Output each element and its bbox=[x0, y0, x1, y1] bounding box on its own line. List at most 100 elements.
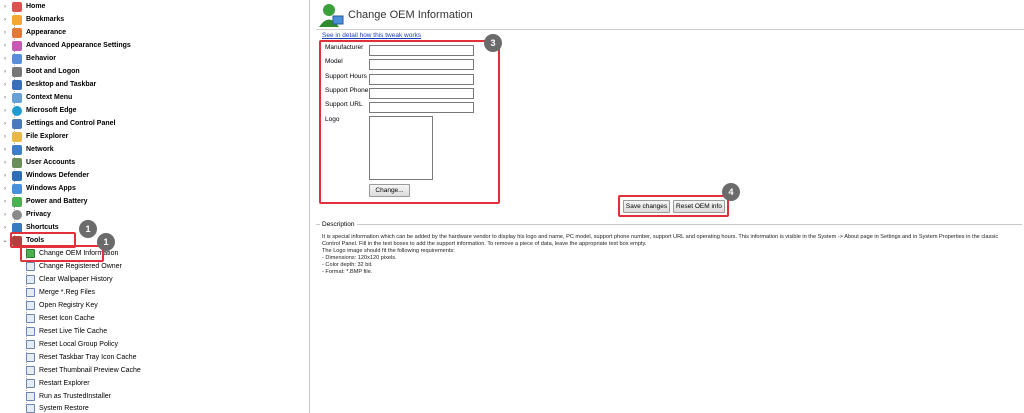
tree-item-bookmarks[interactable]: › Bookmarks bbox=[0, 13, 64, 26]
behavior-icon bbox=[12, 53, 22, 64]
shortcut-icon bbox=[12, 222, 22, 233]
description-line: - Format: *.BMP file. bbox=[322, 269, 373, 275]
support-url-field[interactable] bbox=[369, 102, 474, 113]
expand-icon[interactable]: › bbox=[0, 43, 10, 49]
home-icon bbox=[12, 1, 22, 12]
description-title: Description bbox=[320, 221, 357, 228]
logo-label: Logo bbox=[325, 116, 340, 123]
tool-icon bbox=[26, 275, 35, 284]
description-line: The Logo image should fit the following … bbox=[322, 248, 455, 254]
collapse-icon[interactable]: ⌄ bbox=[0, 237, 10, 244]
step-badge-3: 3 bbox=[484, 34, 502, 52]
support-phone-field[interactable] bbox=[369, 88, 474, 99]
expand-icon[interactable]: › bbox=[0, 30, 10, 36]
expand-icon[interactable]: › bbox=[0, 56, 10, 62]
page-header: Change OEM Information bbox=[316, 0, 1024, 30]
save-changes-button[interactable]: Save changes bbox=[623, 200, 670, 213]
description-group: Description It is special information wh… bbox=[316, 221, 1022, 286]
folder-icon bbox=[12, 131, 22, 142]
users-icon bbox=[12, 157, 22, 168]
tree-item-restart-explorer[interactable]: Restart Explorer bbox=[20, 377, 90, 390]
expand-icon[interactable]: › bbox=[0, 95, 10, 101]
oem-user-icon bbox=[319, 4, 344, 27]
tree-item-reset-taskbar-tray-icon-cache[interactable]: Reset Taskbar Tray Icon Cache bbox=[20, 351, 137, 364]
reset-oem-info-button[interactable]: Reset OEM info bbox=[673, 200, 725, 213]
tool-icon bbox=[26, 288, 35, 297]
page-title: Change OEM Information bbox=[348, 8, 473, 21]
tool-icon bbox=[26, 314, 35, 323]
step-badge-4: 4 bbox=[722, 183, 740, 201]
tree-item-reset-local-group-policy[interactable]: Reset Local Group Policy bbox=[20, 338, 118, 351]
support-url-label: Support URL bbox=[325, 101, 363, 108]
expand-icon[interactable]: › bbox=[0, 212, 10, 218]
description-line: - Dimensions: 120x120 pixels. bbox=[322, 255, 397, 261]
tree-item-merge-reg-files[interactable]: Merge *.Reg Files bbox=[20, 286, 95, 299]
tree-item-power-battery[interactable]: › Power and Battery bbox=[0, 195, 87, 208]
star-icon bbox=[12, 14, 22, 25]
description-line: - Color depth: 32 bit. bbox=[322, 262, 373, 268]
logo-preview[interactable] bbox=[369, 116, 433, 180]
description-line: Control Panel. Fill in the text boxes to… bbox=[322, 241, 647, 247]
expand-icon[interactable]: › bbox=[0, 108, 10, 114]
desktop-icon bbox=[12, 79, 22, 90]
tool-icon bbox=[26, 379, 35, 388]
support-phone-label: Support Phone bbox=[325, 87, 369, 94]
oem-form: Manufacturer Model Support Hours Support… bbox=[319, 40, 500, 204]
tree-item-user-accounts[interactable]: › User Accounts bbox=[0, 156, 75, 169]
tree-item-clear-wallpaper-history[interactable]: Clear Wallpaper History bbox=[20, 273, 113, 286]
expand-icon[interactable]: › bbox=[0, 186, 10, 192]
expand-icon[interactable]: › bbox=[0, 147, 10, 153]
control-panel-icon bbox=[12, 118, 22, 129]
appearance-icon bbox=[12, 27, 22, 38]
tree-item-privacy[interactable]: › Privacy bbox=[0, 208, 51, 221]
change-logo-button[interactable]: Change... bbox=[369, 184, 410, 197]
battery-icon bbox=[12, 196, 22, 207]
tree-item-settings-control-panel[interactable]: › Settings and Control Panel bbox=[0, 117, 115, 130]
apps-icon bbox=[12, 183, 22, 194]
tree-item-home[interactable]: › Home bbox=[0, 0, 45, 13]
tool-icon bbox=[26, 301, 35, 310]
tree-item-desktop-taskbar[interactable]: › Desktop and Taskbar bbox=[0, 78, 96, 91]
change-oem-highlight bbox=[20, 245, 104, 262]
tool-icon bbox=[26, 327, 35, 336]
manufacturer-field[interactable] bbox=[369, 45, 474, 56]
tool-icon bbox=[26, 340, 35, 349]
detail-link[interactable]: See in detail how this tweak works bbox=[322, 32, 421, 39]
palette-icon bbox=[12, 40, 22, 51]
tree-item-reset-thumbnail-preview-cache[interactable]: Reset Thumbnail Preview Cache bbox=[20, 364, 141, 377]
edge-icon bbox=[12, 105, 22, 116]
tool-icon bbox=[26, 392, 35, 401]
expand-icon[interactable]: › bbox=[0, 173, 10, 179]
tree-item-behavior[interactable]: › Behavior bbox=[0, 52, 56, 65]
tree-item-appearance[interactable]: › Appearance bbox=[0, 26, 66, 39]
model-field[interactable] bbox=[369, 59, 474, 70]
tree-item-boot-logon[interactable]: › Boot and Logon bbox=[0, 65, 80, 78]
tree-item-context-menu[interactable]: › Context Menu bbox=[0, 91, 72, 104]
main-panel: Change OEM Information See in detail how… bbox=[316, 0, 1024, 413]
expand-icon[interactable]: › bbox=[0, 4, 10, 10]
privacy-icon bbox=[12, 209, 22, 220]
expand-icon[interactable]: › bbox=[0, 82, 10, 88]
tool-icon bbox=[26, 404, 35, 413]
tree-item-microsoft-edge[interactable]: › Microsoft Edge bbox=[0, 104, 77, 117]
expand-icon[interactable]: › bbox=[0, 160, 10, 166]
expand-icon[interactable]: › bbox=[0, 121, 10, 127]
tool-icon bbox=[26, 366, 35, 375]
tree-item-system-restore[interactable]: System Restore bbox=[20, 402, 89, 413]
tree-item-windows-defender[interactable]: › Windows Defender bbox=[0, 169, 89, 182]
expand-icon[interactable]: › bbox=[0, 225, 10, 231]
support-hours-field[interactable] bbox=[369, 74, 474, 85]
tree-item-windows-apps[interactable]: › Windows Apps bbox=[0, 182, 76, 195]
tree-item-file-explorer[interactable]: › File Explorer bbox=[0, 130, 68, 143]
tree-item-reset-icon-cache[interactable]: Reset Icon Cache bbox=[20, 312, 95, 325]
expand-icon[interactable]: › bbox=[0, 17, 10, 23]
expand-icon[interactable]: › bbox=[0, 134, 10, 140]
tree-item-network[interactable]: › Network bbox=[0, 143, 54, 156]
shield-icon bbox=[12, 170, 22, 181]
tree-item-advanced-appearance[interactable]: › Advanced Appearance Settings bbox=[0, 39, 131, 52]
model-label: Model bbox=[325, 58, 343, 65]
expand-icon[interactable]: › bbox=[0, 199, 10, 205]
tree-item-open-registry-key[interactable]: Open Registry Key bbox=[20, 299, 98, 312]
expand-icon[interactable]: › bbox=[0, 69, 10, 75]
tree-item-reset-live-tile-cache[interactable]: Reset Live Tile Cache bbox=[20, 325, 107, 338]
